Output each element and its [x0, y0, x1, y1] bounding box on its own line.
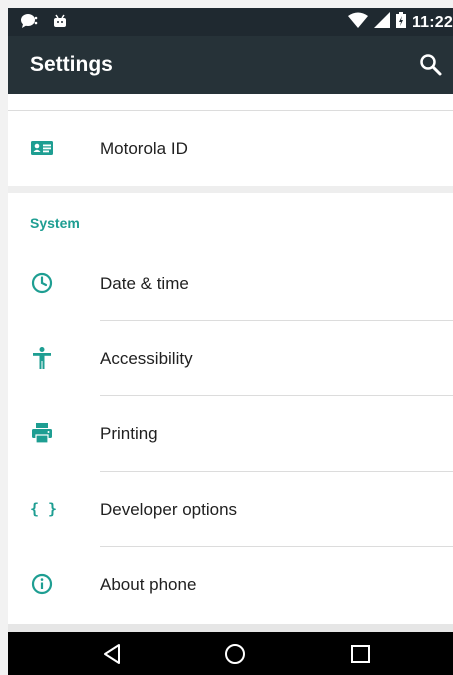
accessibility-icon: [30, 346, 54, 370]
chat-notification-icon: [20, 13, 38, 34]
status-bar: 11:22: [8, 8, 453, 36]
printer-icon: [30, 421, 54, 445]
settings-list: Motorola ID System Date & time Accessibi…: [8, 94, 453, 624]
settings-item-about-phone[interactable]: About phone: [8, 547, 453, 621]
section-separator: [8, 186, 453, 193]
back-icon[interactable]: [100, 641, 126, 667]
android-notification-icon: [52, 13, 68, 34]
section-header-system: System: [30, 215, 80, 231]
settings-item-motorola-id[interactable]: Motorola ID: [8, 111, 453, 185]
settings-item-developer-options[interactable]: { } Developer options: [8, 472, 453, 546]
clock-icon: [30, 271, 54, 295]
settings-item-label: About phone: [100, 575, 197, 594]
settings-item-date-time[interactable]: Date & time: [8, 246, 453, 320]
info-icon: [30, 572, 54, 596]
settings-item-label: Date & time: [100, 274, 189, 293]
search-icon[interactable]: [419, 53, 443, 77]
app-toolbar: Settings: [8, 36, 453, 94]
motorola-id-icon: [30, 136, 54, 160]
settings-item-accessibility[interactable]: Accessibility: [8, 321, 453, 395]
cell-signal-icon: [373, 12, 390, 33]
android-settings-screen: 11:22 Settings Motorola ID System Date &…: [8, 8, 453, 675]
navigation-bar: [8, 632, 453, 675]
wifi-icon: [347, 12, 368, 33]
clock-time: 11:22: [411, 13, 453, 31]
page-title: Settings: [30, 53, 113, 76]
recents-icon[interactable]: [348, 641, 374, 667]
settings-item-label: Developer options: [100, 500, 238, 519]
developer-options-icon: { }: [30, 500, 58, 518]
settings-item-label: Printing: [100, 424, 158, 443]
settings-item-printing[interactable]: Printing: [8, 396, 453, 470]
settings-item-label: Accessibility: [100, 349, 193, 368]
settings-item-label: Motorola ID: [100, 139, 188, 158]
home-icon[interactable]: [222, 641, 248, 667]
battery-charging-icon: [395, 12, 406, 33]
bottom-separator: [8, 624, 453, 632]
